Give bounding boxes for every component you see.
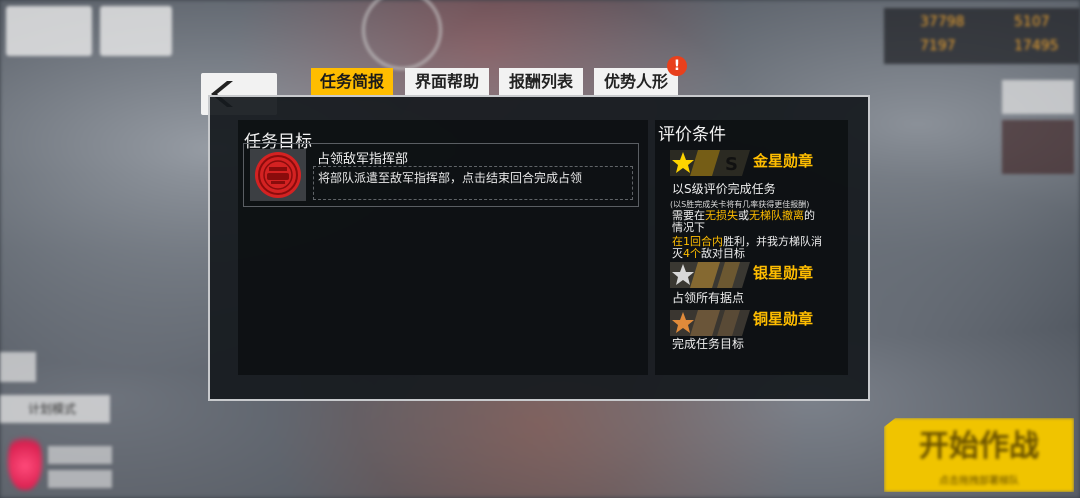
tab-interface-help[interactable]: 界面帮助	[405, 68, 489, 95]
start-operation-label: 开始作战	[919, 429, 1039, 464]
tab-reward-list[interactable]: 报酬列表	[499, 68, 583, 95]
silver-star-medal-icon	[670, 262, 750, 288]
silver-condition: 占领所有据点	[672, 291, 745, 305]
plan-mode-button[interactable]: 计划模式	[0, 395, 110, 423]
plan-button[interactable]	[100, 6, 172, 56]
hud-right-button[interactable]	[1002, 80, 1074, 114]
tab-mission-briefing[interactable]: 任务简报	[311, 68, 393, 95]
alert-badge: !	[667, 56, 687, 76]
plan-mode-label: 计划模式	[28, 402, 77, 416]
tab-advantage-dolls[interactable]: 优势人形	[594, 68, 678, 95]
start-operation-button[interactable]: 开始作战 点击拖拽部署梯队	[884, 418, 1074, 492]
resource-value: 17495	[1014, 38, 1059, 54]
gold-condition-line: 以S级评价完成任务	[672, 182, 776, 196]
objective-description: 将部队派遣至敌军指挥部，点击结束回合完成占领	[318, 171, 583, 185]
side-toggle-button[interactable]	[0, 352, 36, 382]
svg-text:S: S	[725, 154, 738, 175]
resource-value: 5107	[1014, 14, 1050, 30]
hud-small-button[interactable]	[48, 446, 112, 464]
start-operation-sub: 点击拖拽部署梯队	[939, 476, 1019, 487]
hud-small-button[interactable]	[48, 470, 112, 488]
bronze-condition: 完成任务目标	[672, 337, 745, 351]
gold-condition-line: 灭4个敌对目标	[672, 247, 745, 260]
hud-right-toggle[interactable]	[1002, 120, 1074, 174]
bronze-star-medal-icon	[670, 310, 750, 336]
flame-icon	[8, 430, 42, 490]
resource-value: 7197	[920, 38, 956, 54]
objective-name: 占领敌军指挥部	[317, 152, 409, 167]
exit-battle-button[interactable]	[6, 6, 92, 56]
silver-medal-label: 银星勋章	[753, 264, 814, 282]
enemy-command-emblem-icon	[250, 149, 306, 201]
gold-star-medal-icon: S	[670, 150, 750, 176]
resource-panel: 37798 5107 7197 17495	[884, 8, 1080, 64]
gold-condition-line: 情况下	[672, 221, 705, 234]
evaluation-section-title: 评价条件	[658, 125, 726, 145]
resource-value: 37798	[920, 14, 965, 30]
gold-medal-label: 金星勋章	[753, 152, 814, 170]
bronze-medal-label: 铜星勋章	[753, 310, 814, 328]
